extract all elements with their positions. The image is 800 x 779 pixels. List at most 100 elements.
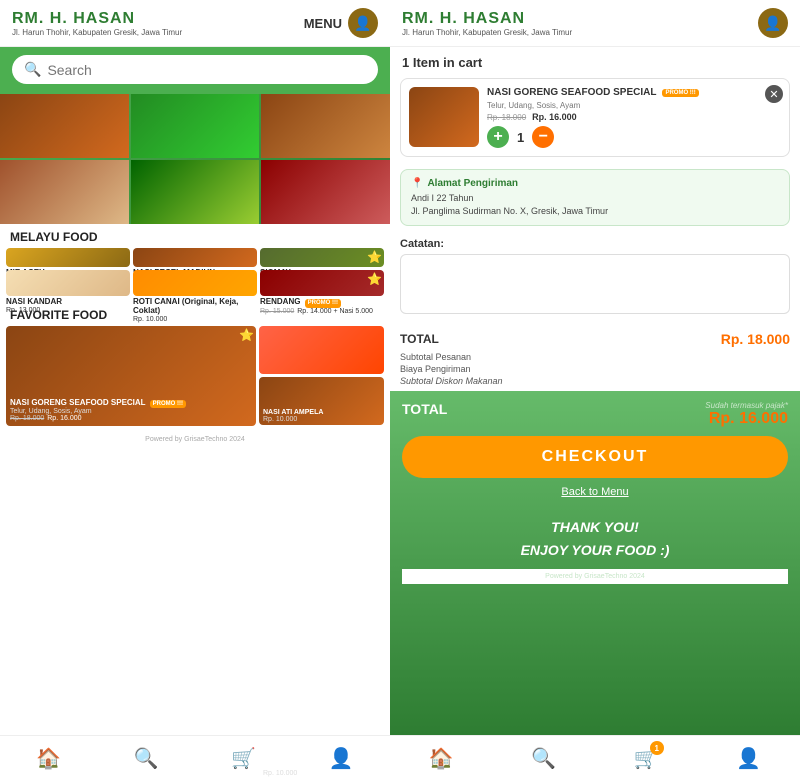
tax-note: Sudah termasuk pajak*	[705, 401, 788, 410]
brand: RM. H. HASAN Jl. Harun Thohir, Kabupaten…	[12, 10, 182, 37]
fav-small-stack: NASI TELOR BALI / BALADO Rp. 10.000 NASI…	[259, 326, 384, 426]
delivery-label: Biaya Pengiriman	[400, 364, 471, 374]
search-wrapper[interactable]: 🔍	[12, 55, 378, 84]
discount-row: Subtotal Diskon Makanan	[400, 375, 790, 387]
total-label: TOTAL	[400, 332, 439, 346]
discount-label: Subtotal Diskon Makanan	[400, 376, 503, 386]
address-section: 📍 Alamat Pengiriman Andi I 22 Tahun Jl. …	[400, 169, 790, 226]
left-header: RM. H. HASAN Jl. Harun Thohir, Kabupaten…	[0, 0, 390, 47]
cart-item-image	[409, 87, 479, 147]
checkout-button[interactable]: CHECKOUT	[402, 436, 788, 478]
cart-item-prices: Rp. 18.000 Rp. 16.000	[487, 112, 781, 122]
right-powered-by: Powered by GrisaeTechno 2024	[402, 569, 788, 584]
list-item[interactable]: NASI ATI AMPELA Rp. 10.000	[259, 377, 384, 425]
hero-cell-4	[0, 160, 129, 224]
final-total-amount: Rp. 16.000	[705, 410, 788, 428]
powered-by: Powered by GrisaeTechno 2024	[0, 432, 390, 447]
notes-input[interactable]	[400, 254, 790, 314]
hero-cell-3	[261, 94, 390, 158]
food-old-price: Rp. 18.000	[10, 415, 44, 422]
search-bar: 🔍	[0, 47, 390, 94]
cart-item-new-price: Rp. 16.000	[532, 112, 577, 122]
right-avatar[interactable]: 👤	[758, 8, 788, 38]
address-title: 📍 Alamat Pengiriman	[411, 178, 779, 189]
list-item[interactable]: ⭐ SIOMAY PROMO !!! Rp. 10.000 Rp. 8.000	[260, 248, 384, 267]
right-home-icon[interactable]: 🏠	[429, 746, 454, 771]
brand-title: RM. H. HASAN	[12, 10, 182, 28]
right-profile-icon[interactable]: 👤	[736, 746, 761, 771]
qty-minus-button[interactable]: −	[532, 126, 554, 148]
star-icon: ⭐	[239, 328, 254, 342]
menu-label[interactable]: MENU	[304, 16, 342, 31]
right-bottom-nav: 🏠 🔍 🛒 1 👤	[390, 735, 800, 779]
subtotal-pesanan-label: Subtotal Pesanan	[400, 352, 471, 362]
header-right: MENU 👤	[304, 8, 378, 38]
total-row: TOTAL Rp. 18.000	[400, 327, 790, 351]
right-brand-subtitle: Jl. Harun Thohir, Kabupaten Gresik, Jawa…	[402, 28, 572, 37]
list-item[interactable]: NASI TELOR BALI / BALADO Rp. 10.000	[259, 326, 384, 374]
qty-number: 1	[517, 130, 524, 145]
brand-subtitle: Jl. Harun Thohir, Kabupaten Gresik, Jawa…	[12, 28, 182, 37]
list-item[interactable]: NASI PECEL MADIUN PROMO !!! Rp. 12.000 R…	[133, 248, 257, 267]
cart-item-name: NASI GORENG SEAFOOD SPECIAL	[487, 87, 656, 99]
star-icon: ⭐	[367, 250, 382, 264]
avatar[interactable]: 👤	[348, 8, 378, 38]
food-name: NASI GORENG SEAFOOD SPECIAL PROMO !!!	[10, 399, 186, 409]
search-input[interactable]	[47, 62, 366, 78]
list-item[interactable]: MIE ACEH Rp. 10.000	[6, 248, 130, 267]
cart-title: 1 Item in cart	[390, 47, 800, 74]
final-total-label: TOTAL	[402, 401, 447, 417]
subtotal-row: Subtotal Pesanan	[400, 351, 790, 363]
list-item[interactable]: NASI KANDAR Rp. 13.000	[6, 270, 130, 297]
cart-item-ingredients: Telur, Udang, Sosis, Ayam	[487, 101, 781, 110]
hero-image	[0, 94, 390, 224]
hero-cell-6	[261, 160, 390, 224]
location-icon: 📍	[411, 178, 423, 189]
qty-control: + 1 −	[487, 126, 781, 148]
total-amount: Rp. 18.000	[721, 331, 790, 347]
search-icon: 🔍	[24, 61, 41, 78]
cart-item-details: NASI GORENG SEAFOOD SPECIAL PROMO !!! Te…	[487, 87, 781, 148]
right-panel: RM. H. HASAN Jl. Harun Thohir, Kabupaten…	[390, 0, 800, 779]
right-brand-title: RM. H. HASAN	[402, 10, 572, 28]
thank-you-line2: ENJOY YOUR FOOD :)	[402, 539, 788, 561]
food-price: Rp. 14.000 + Nasi 5.000	[297, 308, 373, 315]
qty-plus-button[interactable]: +	[487, 126, 509, 148]
food-image	[260, 248, 384, 267]
cart-badge: 1	[650, 741, 664, 755]
hero-cell-1	[0, 94, 129, 158]
totals-section: TOTAL Rp. 18.000 Subtotal Pesanan Biaya …	[400, 327, 790, 387]
list-item[interactable]: ⭐ NASI GORENG SEAFOOD SPECIAL PROMO !!! …	[6, 326, 256, 426]
right-search-icon[interactable]: 🔍	[531, 746, 556, 771]
left-panel: RM. H. HASAN Jl. Harun Thohir, Kabupaten…	[0, 0, 390, 779]
right-brand: RM. H. HASAN Jl. Harun Thohir, Kabupaten…	[402, 10, 572, 37]
home-icon[interactable]: 🏠	[36, 746, 61, 771]
search-nav-icon[interactable]: 🔍	[134, 746, 159, 771]
remove-item-button[interactable]: ✕	[765, 85, 783, 103]
food-price: Rp. 13.000	[6, 307, 130, 314]
food-ingredients: Telur, Udang, Sosis, Ayam	[10, 408, 186, 415]
hero-cell-5	[131, 160, 260, 224]
final-total-row: TOTAL Sudah termasuk pajak* Rp. 16.000	[402, 401, 788, 428]
back-to-menu-link[interactable]: Back to Menu	[402, 486, 788, 498]
final-total-right: Sudah termasuk pajak* Rp. 16.000	[705, 401, 788, 428]
list-item[interactable]: ⭐ RENDANG PROMO !!! Rp. 15.000 Rp. 14.00…	[260, 270, 384, 297]
address-line2: Jl. Panglima Sudirman No. X, Gresik, Jaw…	[411, 205, 779, 218]
hero-cell-2	[131, 94, 260, 158]
notes-section: Catatan:	[400, 238, 790, 319]
cart-item-old-price: Rp. 18.000	[487, 113, 526, 122]
delivery-row: Biaya Pengiriman	[400, 363, 790, 375]
list-item[interactable]: ROTI CANAI (Original, Keja, Coklat) Rp. …	[133, 270, 257, 297]
food-name: NASI ATI AMPELA	[263, 409, 323, 417]
cart-nav-icon[interactable]: 🛒	[231, 746, 256, 771]
food-name: ROTI CANAI (Original, Keja, Coklat)	[133, 298, 257, 316]
cart-item-card: NASI GORENG SEAFOOD SPECIAL PROMO !!! Te…	[400, 78, 790, 157]
food-name: NASI KANDAR	[6, 298, 130, 307]
food-price: Rp. 10.000	[263, 416, 323, 423]
favorite-food-grid: ⭐ NASI GORENG SEAFOOD SPECIAL PROMO !!! …	[0, 326, 390, 432]
melayu-food-grid: MIE ACEH Rp. 10.000 NASI PECEL MADIUN PR…	[0, 248, 390, 302]
cart-item-promo: PROMO !!!	[662, 89, 698, 97]
right-header: RM. H. HASAN Jl. Harun Thohir, Kabupaten…	[390, 0, 800, 47]
food-image	[133, 270, 257, 297]
profile-nav-icon[interactable]: 👤	[329, 746, 354, 771]
